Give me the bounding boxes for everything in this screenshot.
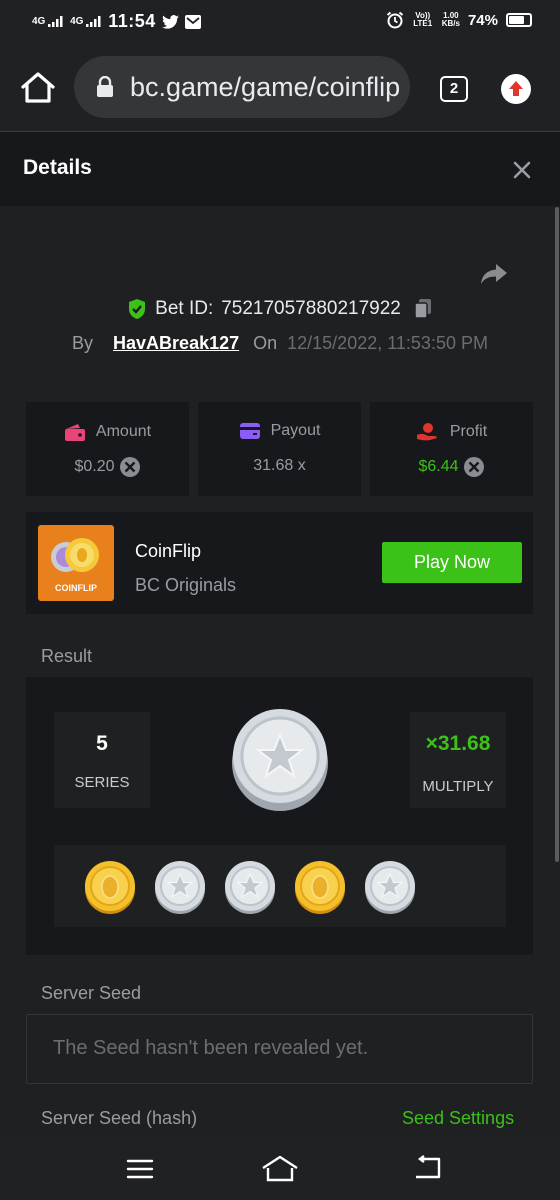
game-provider-text: BC Originals	[135, 575, 237, 595]
silver-coin-result-3	[225, 861, 275, 914]
coin-history	[54, 845, 506, 927]
result-panel: 5 SERIES ×31.68 MULTIPLY	[26, 677, 533, 955]
wallet-icon	[64, 424, 85, 441]
on-label: On	[253, 333, 278, 353]
details-header: Details	[0, 132, 560, 206]
back-icon[interactable]	[412, 1154, 442, 1182]
lock-icon	[97, 76, 113, 97]
volte-indicator: Vo)) LTE1	[413, 11, 433, 28]
address-bar[interactable]: bc.game/game/coinflip	[74, 56, 410, 118]
home-icon[interactable]	[18, 70, 58, 106]
battery-percent: 74%	[467, 11, 498, 29]
amount-card: Amount $0.20	[26, 402, 189, 496]
profit-label: Profit	[449, 423, 488, 440]
verified-shield-icon	[129, 299, 146, 319]
by-label: By	[72, 333, 94, 353]
battery-icon	[506, 13, 532, 27]
hand-coin-icon	[416, 423, 437, 441]
seed-settings-link[interactable]: Seed Settings	[402, 1108, 514, 1129]
share-icon[interactable]	[480, 262, 508, 286]
gold-coin-result-1	[85, 861, 135, 914]
server-seed-title: Server Seed	[41, 983, 142, 1003]
bet-datetime: 12/15/2022, 11:53:50 PM	[287, 333, 488, 353]
username-link[interactable]: HavABreak127	[113, 333, 239, 354]
series-box: 5 SERIES	[54, 712, 150, 808]
mail-icon	[184, 14, 201, 29]
coins-icon	[51, 538, 99, 572]
copy-icon[interactable]	[413, 298, 433, 320]
signal-1-label: 4G	[32, 16, 46, 27]
play-now-button[interactable]: Play Now	[382, 542, 522, 583]
coinflip-logo[interactable]: COINFLIP	[38, 525, 114, 601]
logo-text: COINFLIP	[55, 583, 97, 593]
bet-id-label: Bet ID:	[155, 298, 214, 319]
home-nav-icon[interactable]	[260, 1154, 300, 1184]
card-icon	[239, 423, 260, 439]
amount-value: $0.20	[74, 458, 115, 475]
silver-coin-icon	[232, 709, 328, 811]
bet-id-row: Bet ID: 75217057880217922	[0, 298, 560, 320]
speed-unit: KB/s	[441, 19, 460, 28]
currency-coin-icon	[463, 457, 484, 477]
signal-1-icon: 4G	[32, 16, 64, 27]
profit-value: $6.44	[418, 458, 459, 475]
multiply-value: ×31.68	[425, 732, 491, 755]
result-title: Result	[41, 646, 93, 666]
silver-coin-result-5	[365, 861, 415, 914]
menu-icon[interactable]	[126, 1158, 154, 1180]
game-card: COINFLIP CoinFlip BC Originals Play Now	[26, 512, 533, 614]
signal-2-label: 4G	[70, 16, 84, 27]
series-value: 5	[96, 732, 108, 755]
url-text[interactable]: bc.game/game/coinflip	[130, 72, 400, 103]
payout-card: Payout 31.68 x	[198, 402, 361, 496]
silver-coin-result-2	[155, 861, 205, 914]
update-icon[interactable]	[501, 74, 531, 104]
gold-coin-result-4	[295, 861, 345, 914]
android-nav-bar	[0, 1136, 560, 1200]
server-seed-hash-title: Server Seed (hash)	[41, 1108, 198, 1128]
server-seed-placeholder: The Seed hasn't been revealed yet.	[53, 1037, 369, 1059]
currency-coin-icon	[119, 457, 140, 477]
game-name: CoinFlip	[135, 541, 202, 561]
payout-label: Payout	[270, 422, 321, 439]
details-title: Details	[23, 156, 92, 179]
details-content: Bet ID: 75217057880217922 By HavABreak12…	[0, 206, 560, 1136]
browser-toolbar: bc.game/game/coinflip 2	[0, 44, 560, 132]
alarm-icon	[386, 11, 403, 29]
close-icon[interactable]	[510, 158, 534, 182]
twitter-icon	[161, 14, 179, 29]
signal-2-icon: 4G	[70, 16, 102, 27]
tab-switcher-button[interactable]: 2	[440, 76, 468, 102]
game-provider: BC Originals	[135, 575, 236, 596]
multiply-box: ×31.68 MULTIPLY	[410, 712, 506, 808]
bet-id-value: 75217057880217922	[221, 298, 401, 319]
profit-card: Profit $6.44	[370, 402, 533, 496]
bet-author-row: By HavABreak127 On 12/15/2022, 11:53:50 …	[0, 333, 560, 354]
server-seed-field[interactable]: The Seed hasn't been revealed yet.	[26, 1014, 533, 1084]
status-bar: 4G 4G 11:54 Vo)) LTE1 1.00 KB/s 74%	[0, 0, 560, 44]
clock: 11:54	[108, 11, 156, 31]
amount-label: Amount	[95, 423, 152, 440]
scrollbar[interactable]	[555, 207, 559, 862]
multiply-label: MULTIPLY	[422, 778, 494, 795]
series-label: SERIES	[74, 774, 130, 791]
payout-value: 31.68 x	[253, 457, 306, 474]
network-speed: 1.00 KB/s	[442, 12, 460, 28]
